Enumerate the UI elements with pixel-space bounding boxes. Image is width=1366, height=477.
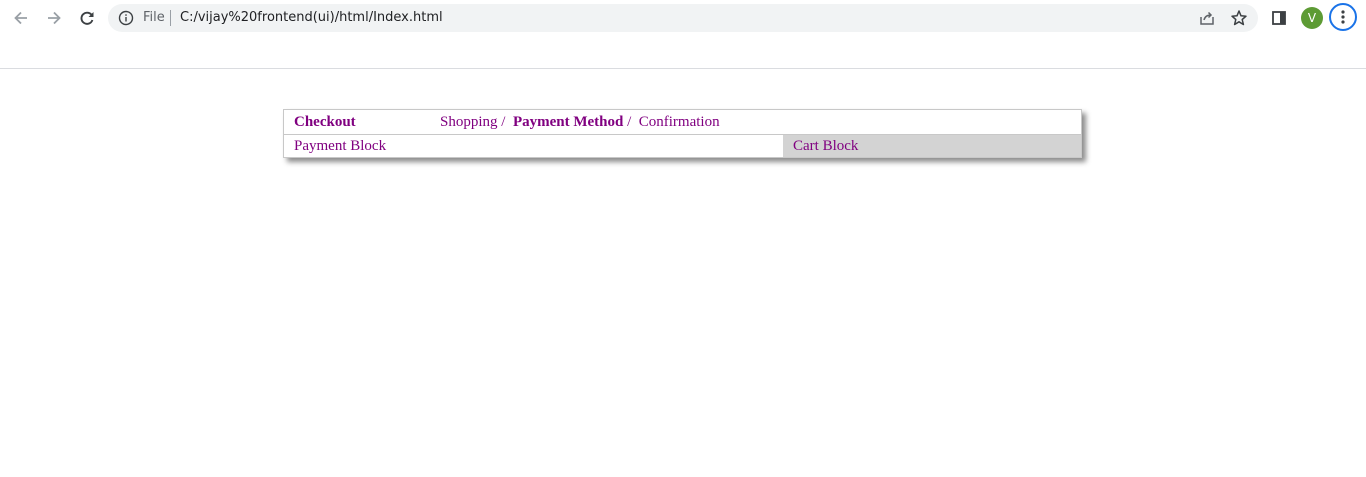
reload-icon[interactable] <box>74 5 100 31</box>
share-icon[interactable] <box>1198 9 1216 27</box>
more-vertical-icon <box>1341 10 1345 24</box>
address-bar[interactable]: File C:/vijay%20frontend(ui)/html/Index.… <box>108 4 1258 32</box>
back-arrow-icon[interactable] <box>8 5 34 31</box>
payment-block-label: Payment Block <box>294 138 387 154</box>
browser-toolbar: File C:/vijay%20frontend(ui)/html/Index.… <box>0 0 1366 36</box>
checkout-body: Payment Block Cart Block <box>284 135 1081 158</box>
breadcrumb-separator: / <box>627 114 632 130</box>
payment-block: Payment Block <box>284 135 783 157</box>
address-url[interactable]: C:/vijay%20frontend(ui)/html/Index.html <box>180 10 443 26</box>
breadcrumb-payment-method[interactable]: Payment Method <box>513 114 623 130</box>
forward-arrow-icon[interactable] <box>41 5 67 31</box>
profile-avatar[interactable]: V <box>1301 7 1323 29</box>
cart-block-label: Cart Block <box>793 138 859 154</box>
address-separator <box>170 10 171 26</box>
breadcrumb-confirmation[interactable]: Confirmation <box>639 114 720 130</box>
toolbar-divider <box>0 68 1366 69</box>
breadcrumb-shopping[interactable]: Shopping <box>440 114 498 130</box>
site-info-icon[interactable] <box>118 10 134 26</box>
cart-block: Cart Block <box>783 135 1081 157</box>
checkout-panel: Checkout Shopping / Payment Method / Con… <box>283 109 1082 158</box>
breadcrumb: Shopping / Payment Method / Confirmation <box>440 114 720 131</box>
checkout-title: Checkout <box>294 114 356 130</box>
checkout-header: Checkout Shopping / Payment Method / Con… <box>284 110 1081 135</box>
breadcrumb-separator: / <box>501 114 506 130</box>
address-scheme-label: File <box>143 10 165 25</box>
side-panel-icon[interactable] <box>1266 5 1292 31</box>
browser-menu-button[interactable] <box>1329 3 1357 31</box>
bookmark-star-icon[interactable] <box>1230 9 1248 27</box>
